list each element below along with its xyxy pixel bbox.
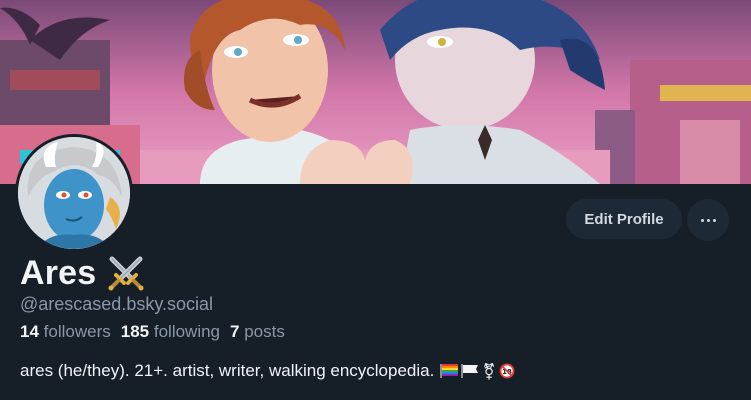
crossed-swords-icon [108, 256, 144, 291]
display-name: Ares [20, 253, 97, 292]
ellipsis-icon [700, 218, 716, 222]
transgender-symbol-icon: ⚧ [482, 361, 496, 381]
followers-label: followers [43, 322, 111, 341]
following-link[interactable]: 185 following [121, 322, 220, 342]
rainbow-flag-icon [440, 364, 459, 378]
no-under-18-icon: 18 [499, 363, 515, 379]
following-count: 185 [120, 322, 150, 341]
more-options-button[interactable] [687, 199, 729, 241]
white-flag-icon [461, 364, 479, 378]
profile-page: Edit Profile Ares @arescased.bsky.social [0, 0, 751, 400]
following-label: following [153, 322, 221, 341]
posts-stat: 7 posts [230, 322, 285, 342]
followers-count: 14 [20, 322, 39, 341]
followers-link[interactable]: 14 followers [20, 322, 111, 342]
posts-label: posts [244, 322, 285, 341]
profile-stats: 14 followers 185 following 7 posts [20, 322, 285, 342]
profile-handle: @arescased.bsky.social [20, 294, 214, 314]
profile-bio: ares (he/they). 21+. artist, writer, wal… [20, 361, 515, 381]
profile-avatar[interactable] [15, 134, 133, 252]
bio-emojis: ⚧ 18 [440, 361, 515, 381]
bio-text: ares (he/they). 21+. artist, writer, wal… [20, 361, 435, 380]
edit-profile-button[interactable]: Edit Profile [566, 199, 682, 239]
posts-count: 7 [230, 322, 240, 341]
display-name-row: Ares [20, 252, 146, 294]
avatar-illustration [18, 137, 130, 249]
